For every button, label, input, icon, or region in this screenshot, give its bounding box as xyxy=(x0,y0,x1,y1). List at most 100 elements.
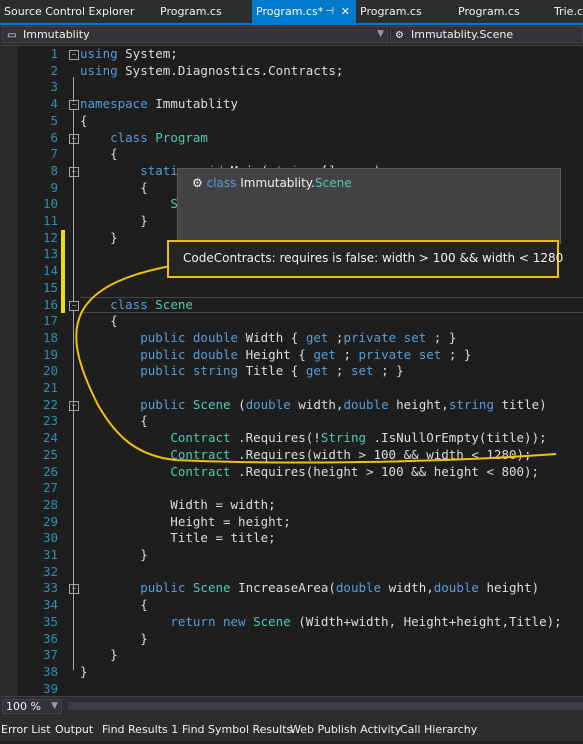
code-token: ; } xyxy=(448,346,472,362)
code-line[interactable]: 18 public double Width { get ;private se… xyxy=(0,330,583,347)
pin-icon[interactable]: ⊣ xyxy=(325,0,334,23)
code-line[interactable]: 39 xyxy=(0,681,583,696)
code-line[interactable]: 1 using System; xyxy=(0,46,583,63)
code-line[interactable]: 37 } xyxy=(0,647,583,664)
code-text: } xyxy=(80,230,118,247)
code-line[interactable]: 34 { xyxy=(0,597,583,614)
tab-call-hierarchy[interactable]: Call Hierarchy xyxy=(400,716,477,741)
line-number: 11 xyxy=(42,213,58,228)
code-line[interactable]: 32 xyxy=(0,564,583,581)
member-label: Immutablity.Scene xyxy=(411,28,514,41)
code-line[interactable]: 4 namespace Immutablity xyxy=(0,96,583,113)
line-number: 27 xyxy=(42,480,58,496)
tab-program-cs-4[interactable]: Program.cs xyxy=(454,0,550,23)
code-line[interactable]: 27 xyxy=(0,480,583,497)
line-number: 12 xyxy=(42,229,58,245)
code-line[interactable]: 3 xyxy=(0,79,583,96)
code-text: public double Width { get ;private set ;… xyxy=(80,330,456,347)
code-line[interactable]: 25 Contract .Requires(width > 100 && wid… xyxy=(0,447,583,464)
member-dropdown[interactable]: ⚙ Immutablity.Scene xyxy=(390,26,583,43)
tab-source-control-explorer[interactable]: Source Control Explorer xyxy=(0,0,156,23)
tab-error-list[interactable]: Error List xyxy=(1,716,51,741)
tab-program-cs-1[interactable]: Program.cs xyxy=(156,0,252,23)
code-line[interactable]: 15 xyxy=(0,280,583,297)
tab-output[interactable]: Output xyxy=(55,716,93,741)
code-line[interactable]: 29 Height = height; xyxy=(0,514,583,531)
collapse-icon[interactable]: − xyxy=(69,300,79,311)
code-token: { xyxy=(80,179,148,195)
line-number: 34 xyxy=(42,597,58,613)
tab-program-cs-3[interactable]: Program.cs xyxy=(356,0,454,23)
close-icon[interactable]: ✕ xyxy=(341,0,350,23)
code-token: .Requires(width > 100 && width < 1280); xyxy=(238,446,532,462)
tab-find-symbol-results[interactable]: Find Symbol Results xyxy=(182,716,292,741)
code-token: { xyxy=(80,413,148,429)
code-line[interactable]: 2 using System.Diagnostics.Contracts; xyxy=(0,63,583,80)
code-line[interactable]: 30 Title = title; xyxy=(0,530,583,547)
line-number: 2 xyxy=(50,62,58,78)
code-line[interactable]: 23 { xyxy=(0,413,583,430)
keyword-token: set xyxy=(350,363,382,379)
keyword-token: string xyxy=(192,363,246,379)
code-line[interactable]: 7 { xyxy=(0,146,583,163)
project-dropdown[interactable]: ▭ Immutablity ▼ xyxy=(2,26,388,43)
collapse-icon[interactable]: − xyxy=(69,50,79,60)
document-tab-bar: Source Control Explorer Program.cs Progr… xyxy=(0,0,583,23)
line-number: 22 xyxy=(42,396,58,412)
code-text: using System; xyxy=(80,46,178,63)
outline-guide xyxy=(73,310,74,670)
line-number: 31 xyxy=(42,547,58,562)
code-token: } xyxy=(80,630,148,646)
code-token: ; } xyxy=(381,363,404,379)
code-line[interactable]: 36 } xyxy=(0,631,583,648)
code-token: System.Diagnostics.Contracts; xyxy=(125,62,344,78)
code-line[interactable]: 28 Width = width; xyxy=(0,497,583,514)
chevron-down-icon: ▼ xyxy=(51,701,58,711)
code-line[interactable]: 5{ xyxy=(0,113,583,130)
code-text: Contract .Requires(!String .IsNullOrEmpt… xyxy=(80,430,546,447)
collapse-icon[interactable]: − xyxy=(69,166,79,177)
code-line[interactable]: 19 public double Height { get ; private … xyxy=(0,347,583,364)
tab-program-cs-active[interactable]: Program.cs* ⊣ ✕ xyxy=(252,0,356,23)
navigation-bar: ▭ Immutablity ▼ ⚙ Immutablity.Scene xyxy=(0,25,583,46)
tab-web-publish-activity[interactable]: Web Publish Activity xyxy=(290,716,401,741)
tab-trie-c[interactable]: Trie.c xyxy=(550,0,583,23)
zoom-dropdown[interactable]: 100 % ▼ xyxy=(2,699,62,714)
line-number: 16 xyxy=(42,296,58,312)
collapse-icon[interactable]: − xyxy=(69,584,79,595)
code-line[interactable]: 38} xyxy=(0,664,583,681)
code-line[interactable]: 20 public string Title { get ; set ; } xyxy=(0,363,583,380)
collapse-icon[interactable]: − xyxy=(69,100,79,111)
code-token: { xyxy=(80,146,118,162)
code-line[interactable]: 33 public Scene IncreaseArea(double widt… xyxy=(0,580,583,597)
tab-find-results-1[interactable]: Find Results 1 xyxy=(102,716,178,741)
keyword-token: double xyxy=(192,346,246,362)
code-line[interactable]: 6 class Program xyxy=(0,130,583,147)
code-token: height) xyxy=(486,580,540,596)
keyword-token: private xyxy=(358,346,419,362)
code-line[interactable]: 26 Contract .Requires(height > 100 && he… xyxy=(0,464,583,481)
code-line[interactable]: 17 { xyxy=(0,313,583,330)
horizontal-scrollbar[interactable] xyxy=(68,702,583,710)
code-text: Title = title; xyxy=(80,530,275,547)
collapse-icon[interactable]: − xyxy=(69,133,79,144)
line-number: 21 xyxy=(42,380,58,395)
keyword-token: public xyxy=(140,363,193,379)
code-text: class Program xyxy=(80,130,208,147)
code-line[interactable]: 31 } xyxy=(0,547,583,564)
code-line[interactable]: 21 xyxy=(0,380,583,397)
code-line[interactable]: 35 return new Scene (Width+width, Height… xyxy=(0,614,583,631)
code-line[interactable]: 22 public Scene (double width,double hei… xyxy=(0,397,583,414)
code-token: ; xyxy=(343,346,359,362)
collapse-icon[interactable]: − xyxy=(69,400,79,411)
type-token: Scene xyxy=(253,613,299,629)
code-text: { xyxy=(80,146,118,163)
code-editor[interactable]: 1 using System; 2 using System.Diagnostics.… xyxy=(0,46,583,696)
code-line[interactable]: 24 Contract .Requires(!String .IsNullOrE… xyxy=(0,430,583,447)
line-number: 17 xyxy=(42,313,58,329)
code-text: } xyxy=(80,213,148,230)
